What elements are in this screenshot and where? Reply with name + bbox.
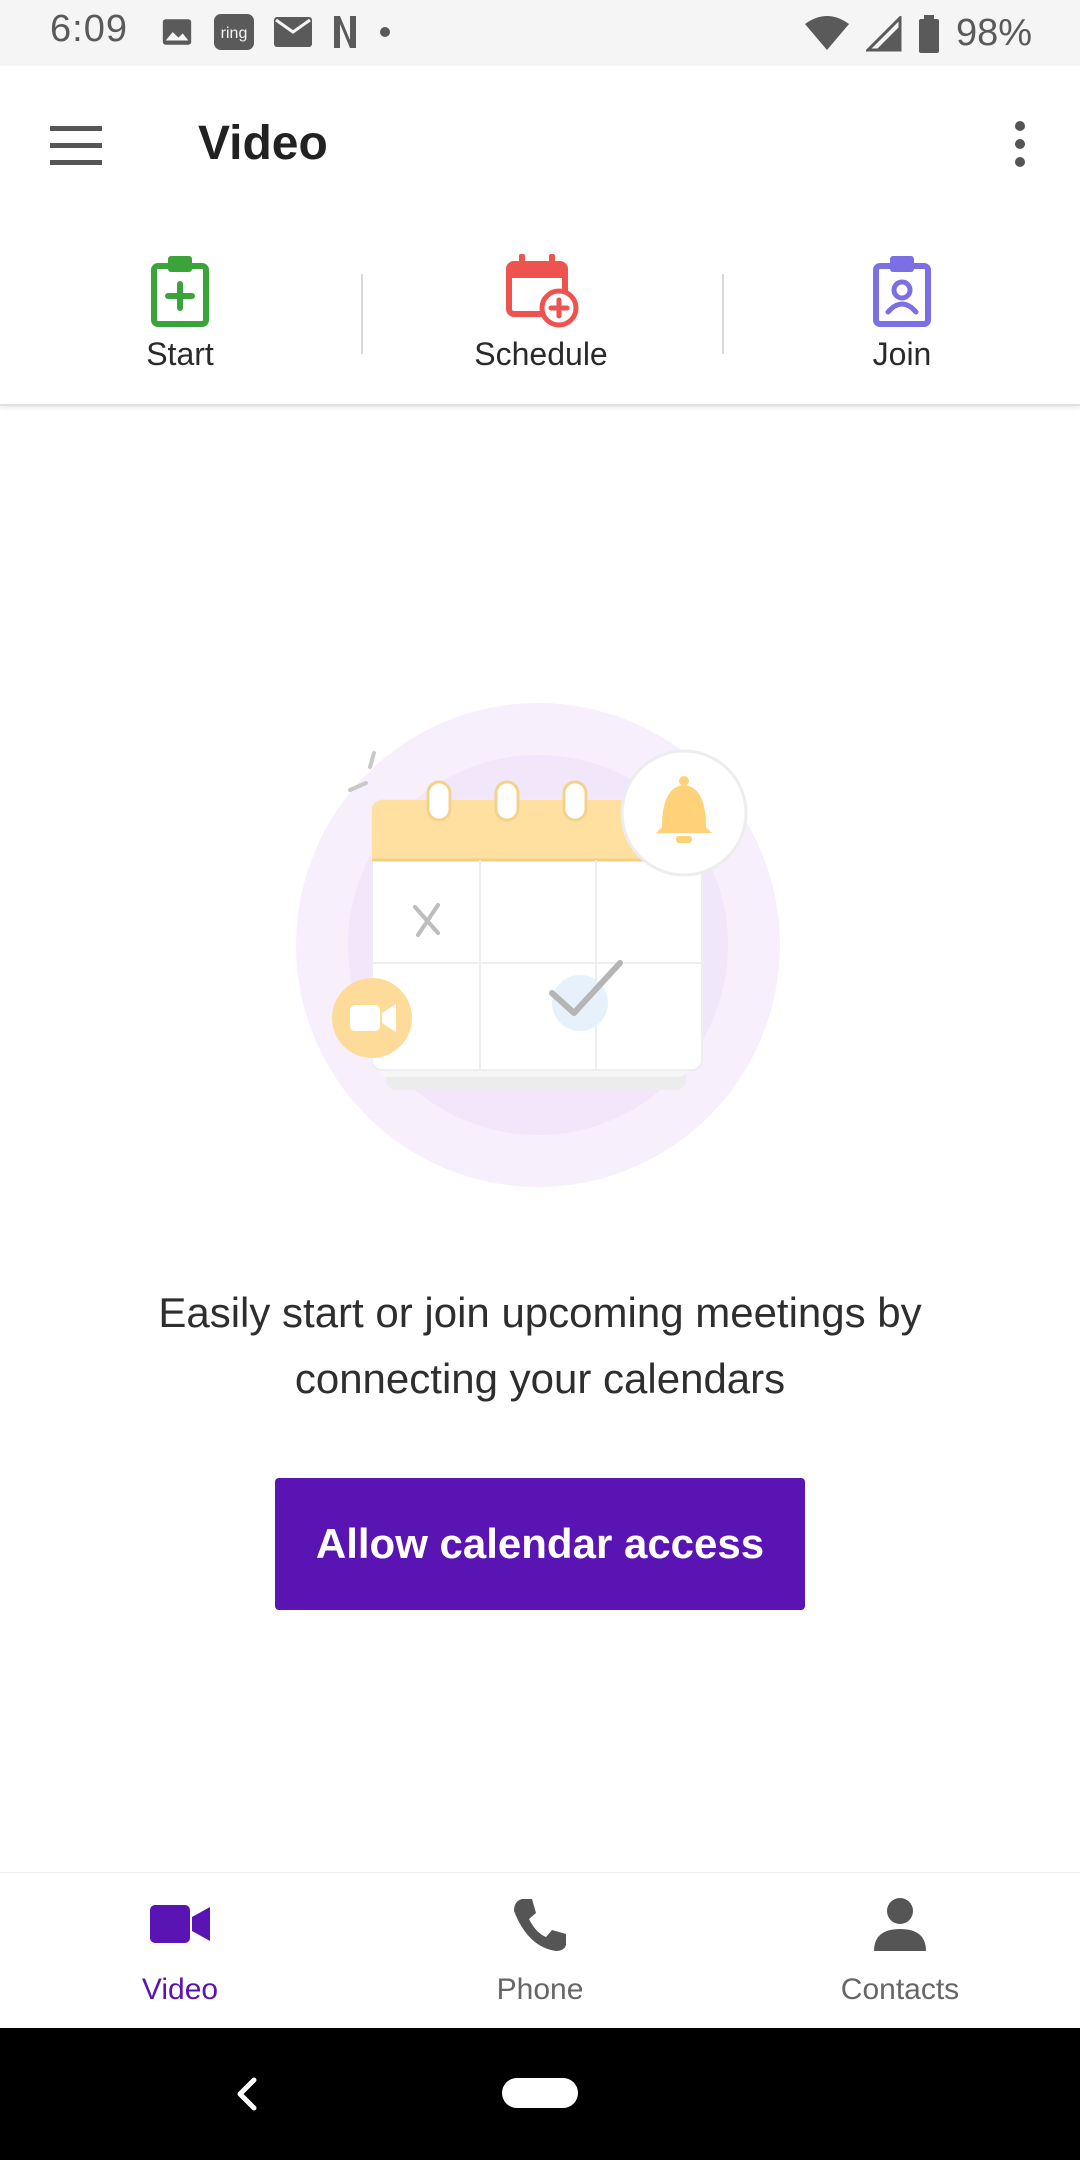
more-options-button[interactable] — [994, 114, 1046, 176]
mail-icon — [274, 17, 312, 47]
battery-icon — [918, 14, 939, 53]
more-vert-icon — [1015, 121, 1025, 167]
join-label: Join — [872, 336, 932, 372]
system-navigation-bar — [0, 2028, 1080, 2160]
dot-icon — [380, 27, 390, 37]
ring-icon: ring — [214, 14, 254, 50]
quick-actions: Start Schedule Join — [0, 220, 1080, 406]
bottom-navigation: Video Phone Contacts — [0, 1872, 1080, 2028]
hamburger-menu-icon — [50, 126, 102, 165]
nav-item-contacts[interactable]: Contacts — [720, 1873, 1080, 2029]
back-chevron-icon — [237, 2077, 257, 2111]
notification-icons: ring — [160, 14, 392, 50]
nav-label-phone: Phone — [496, 1973, 584, 2006]
netflix-icon — [334, 16, 356, 48]
system-status-icons: 98% — [804, 12, 1032, 55]
allow-calendar-access-label: Allow calendar access — [315, 1520, 765, 1567]
system-home-button[interactable] — [502, 2078, 578, 2108]
nav-item-phone[interactable]: Phone — [360, 1873, 720, 2029]
status-time: 6:09 — [50, 8, 128, 50]
system-back-button[interactable] — [220, 2066, 276, 2122]
schedule-meeting-button[interactable]: Schedule — [361, 220, 721, 406]
battery-percentage: 98% — [955, 12, 1032, 54]
nav-item-video[interactable]: Video — [0, 1873, 360, 2029]
menu-button[interactable] — [42, 118, 112, 174]
image-icon — [162, 19, 192, 45]
status-bar: 6:09 ring 98% — [0, 0, 1080, 66]
app-bar: Video — [0, 66, 1080, 220]
page-title: Video — [198, 117, 328, 170]
person-icon — [874, 1898, 926, 1951]
schedule-label: Schedule — [474, 336, 608, 372]
empty-state-message: Easily start or join upcoming meetings b… — [158, 1289, 922, 1402]
allow-calendar-access-button[interactable]: Allow calendar access — [275, 1478, 805, 1610]
signal-icon — [865, 15, 902, 51]
calendar-illustration — [296, 703, 780, 1187]
clipboard-plus-icon — [151, 256, 209, 327]
start-meeting-button[interactable]: Start — [0, 220, 360, 406]
wifi-icon — [804, 15, 849, 50]
clipboard-person-icon — [873, 256, 931, 327]
start-label: Start — [146, 336, 214, 372]
ring-icon-label: ring — [221, 25, 248, 42]
phone-icon — [514, 1899, 566, 1951]
calendar-add-icon — [506, 254, 579, 328]
join-meeting-button[interactable]: Join — [722, 220, 1080, 406]
video-icon — [150, 1905, 210, 1943]
nav-label-contacts: Contacts — [840, 1973, 960, 2006]
nav-label-video: Video — [141, 1973, 219, 2006]
